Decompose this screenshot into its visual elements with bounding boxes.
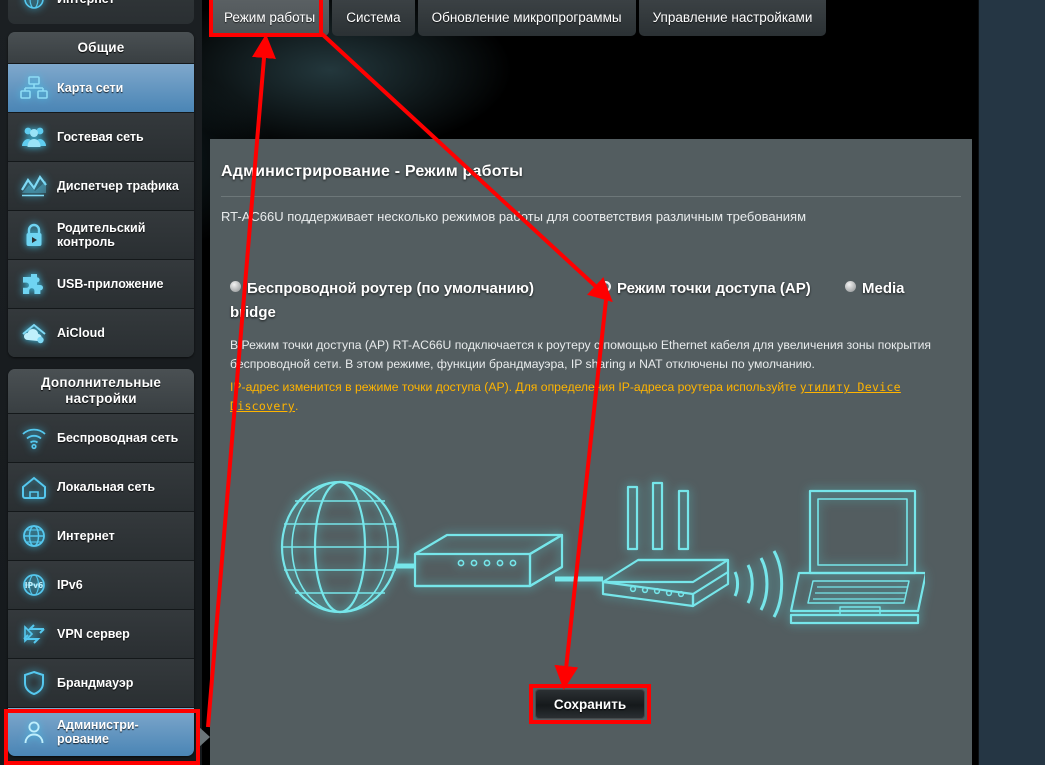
lock-icon (18, 219, 50, 251)
network-map-icon (18, 72, 50, 104)
globe-icon (18, 0, 50, 15)
sidebar-item-label: Карта сети (57, 81, 123, 96)
sidebar-group-general: Общие Карта сети (8, 32, 194, 357)
sidebar-active-pointer (198, 726, 210, 748)
guests-icon (18, 121, 50, 153)
sidebar-item-label: Диспетчер трафика (57, 179, 179, 194)
sidebar-item-guest-network[interactable]: Гостевая сеть (8, 112, 194, 161)
sidebar-item-label: Администри-рование (57, 718, 188, 747)
sidebar-item-label: IPv6 (57, 578, 83, 593)
sidebar-item-usb-application[interactable]: USB-приложение (8, 259, 194, 308)
user-admin-icon (18, 716, 50, 748)
sidebar-item-label: USB-приложение (57, 277, 164, 292)
description-line-2: беспроводной сети. В этом режиме, функци… (230, 355, 950, 374)
sidebar-item-parental-control[interactable]: Родительский контроль (8, 210, 194, 259)
sidebar-item-ipv6[interactable]: IPv6 IPv6 (8, 560, 194, 609)
sidebar-item-wan[interactable]: Интернет (8, 511, 194, 560)
sidebar-item-label: Гостевая сеть (57, 130, 144, 145)
sidebar-group-title: Общие (8, 32, 194, 63)
tab-system[interactable]: Система (332, 0, 414, 36)
globe-icon (282, 482, 398, 612)
wifi-waves-icon (735, 551, 782, 617)
save-button[interactable]: Сохранить (535, 689, 645, 719)
wifi-icon (18, 422, 50, 454)
sidebar-item-network-map[interactable]: Карта сети (8, 63, 194, 112)
sidebar-group-title: Дополнительные настройки (8, 369, 194, 413)
shield-icon (18, 667, 50, 699)
laptop-icon (791, 491, 925, 623)
sidebar-item-vpn-server[interactable]: VPN сервер (8, 609, 194, 658)
sidebar-item-label: Интернет (57, 0, 115, 6)
description-warning: IP-адрес изменится в режиме точки доступ… (230, 380, 800, 394)
mode-description: В Режим точки доступа (AP) RT-AC66U подк… (230, 336, 950, 416)
sidebar-item-firewall[interactable]: Брандмауэр (8, 658, 194, 707)
description-line-1: В Режим точки доступа (AP) RT-AC66U подк… (230, 336, 950, 355)
tab-operation-mode[interactable]: Режим работы (210, 0, 329, 36)
sidebar-item-administration[interactable]: Администри-рование (8, 707, 194, 756)
sidebar-item-label: AiCloud (57, 326, 105, 341)
sidebar-item-label: VPN сервер (57, 627, 130, 642)
description-warning-suffix: . (295, 399, 298, 413)
sidebar-item-label: Интернет (57, 529, 115, 544)
tab-settings-management[interactable]: Управление настройками (639, 0, 827, 36)
sidebar-item-label: Локальная сеть (57, 480, 155, 495)
page-title: Администрирование - Режим работы (221, 163, 523, 181)
modem-icon (415, 535, 562, 586)
tab-firmware-upgrade[interactable]: Обновление микропрограммы (418, 0, 636, 36)
sidebar-item-traffic-manager[interactable]: Диспетчер трафика (8, 161, 194, 210)
svg-text:IPv6: IPv6 (25, 581, 43, 590)
sidebar: Интернет Общие Карта сети (0, 0, 202, 765)
sidebar-item-aicloud[interactable]: AiCloud (8, 308, 194, 357)
router-antennas-icon (603, 483, 728, 606)
radio-label-second-line: bridge (230, 304, 276, 321)
puzzle-icon (18, 268, 50, 300)
network-topology-diagram (265, 469, 925, 644)
cloud-home-icon (18, 317, 50, 349)
vpn-arrows-icon (18, 618, 50, 650)
house-icon (18, 471, 50, 503)
sidebar-item-internet-partial[interactable]: Интернет (8, 0, 194, 24)
tab-bar: Режим работы Система Обновление микропро… (210, 0, 826, 36)
title-divider (221, 196, 961, 197)
main-content-panel: Администрирование - Режим работы RT-AC66… (210, 139, 972, 765)
sidebar-group-advanced: Дополнительные настройки Беспроводная се… (8, 369, 194, 756)
sidebar-item-label: Родительский контроль (57, 221, 188, 250)
traffic-chart-icon (18, 170, 50, 202)
right-side-panel (978, 0, 1045, 765)
operation-mode-options: Беспроводной роутер (по умолчанию) Режим… (230, 280, 950, 304)
sidebar-partial-top-item[interactable]: Интернет (8, 0, 194, 24)
globe-icon (18, 520, 50, 552)
page-subtitle: RT-AC66U поддерживает несколько режимов … (221, 209, 806, 224)
sidebar-item-wireless[interactable]: Беспроводная сеть (8, 413, 194, 462)
ipv6-globe-icon: IPv6 (18, 569, 50, 601)
sidebar-item-label: Брандмауэр (57, 676, 133, 691)
sidebar-item-label: Беспроводная сеть (57, 431, 178, 446)
sidebar-item-lan[interactable]: Локальная сеть (8, 462, 194, 511)
